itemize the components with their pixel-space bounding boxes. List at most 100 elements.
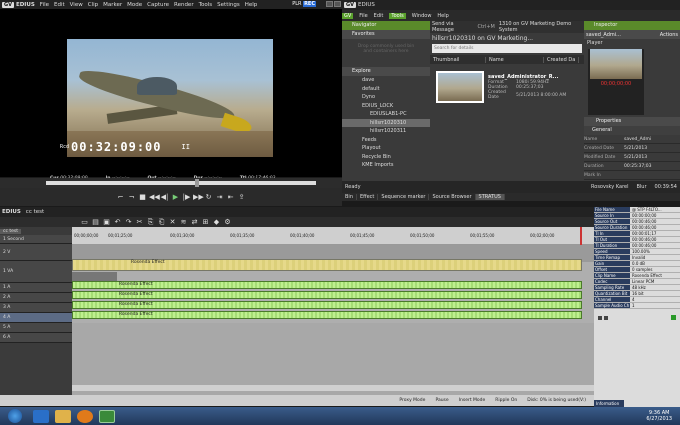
edius-taskbar-icon[interactable] (99, 409, 115, 423)
menu-mode[interactable]: Mode (127, 2, 142, 8)
cut-icon[interactable]: ✂ (135, 218, 144, 227)
sync-icon[interactable]: ⇄ (190, 218, 199, 227)
tree-item[interactable]: Playout (342, 144, 430, 153)
tree-item[interactable]: Dyno (342, 93, 430, 102)
system-clock[interactable]: 9:36 AM 6/27/2013 (646, 410, 672, 422)
audio-clip-2a[interactable]: Rosenda Effect (72, 291, 582, 299)
tree-item[interactable]: default (342, 85, 430, 94)
minimize-button[interactable] (326, 1, 333, 7)
tab-sequence-marker[interactable]: Sequence marker (378, 194, 430, 200)
actions-menu[interactable]: Actions (660, 32, 678, 38)
track-header-3a[interactable]: 3 A (0, 303, 72, 313)
delete-icon[interactable]: ✕ (168, 218, 177, 227)
overwrite-icon[interactable]: ⇤ (226, 193, 235, 202)
sequence-tab[interactable]: cc test (0, 228, 22, 234)
audio-clip-4a[interactable]: Rosenda Effect (72, 311, 582, 319)
snap-icon[interactable]: ⊞ (201, 218, 210, 227)
menu-render[interactable]: Render (174, 2, 194, 8)
tree-item[interactable]: EDIUSLAB1-PC (342, 110, 430, 119)
tree-item[interactable]: EDIUS_LOCK (342, 102, 430, 111)
start-button[interactable] (8, 409, 22, 423)
set-out-icon[interactable]: ¬ (127, 193, 136, 202)
stratus-menu-tools[interactable]: Tools (389, 12, 406, 19)
play-icon[interactable]: ▶ (171, 193, 180, 202)
track-header-2v[interactable]: 2 V (0, 244, 72, 261)
open-icon[interactable]: ▤ (91, 218, 100, 227)
menu-help[interactable]: Help (245, 2, 258, 8)
menu-edit[interactable]: Edit (54, 2, 65, 8)
menu-settings[interactable]: Settings (217, 2, 240, 8)
track-header-6a[interactable]: 6 A (0, 333, 72, 343)
step-back-icon[interactable]: ◀| (160, 193, 169, 202)
menu-clip[interactable]: Clip (88, 2, 98, 8)
menu-marker[interactable]: Marker (103, 2, 122, 8)
col-thumbnail[interactable]: Thumbnail (430, 56, 486, 63)
paste-icon[interactable]: ⎗ (157, 218, 166, 227)
mini-player[interactable]: 00;00;00;00 (588, 49, 644, 115)
track-header-2a[interactable]: 2 A (0, 293, 72, 303)
video-clip[interactable]: Rosenda Effect (72, 259, 582, 271)
close-button[interactable] (334, 1, 341, 7)
tree-item[interactable]: hillsrr1020311 (342, 127, 430, 136)
stop-icon[interactable]: ■ (138, 193, 147, 202)
tab-effect[interactable]: Effect (357, 194, 379, 200)
ie-icon[interactable] (33, 409, 49, 423)
track-header-5a[interactable]: 5 A (0, 323, 72, 333)
media-player-icon[interactable] (77, 409, 93, 423)
properties-header[interactable]: Properties (584, 117, 680, 126)
menu-view[interactable]: View (70, 2, 83, 8)
bin-clip[interactable]: saved_Administrator_R... Format 1080i 59.… (436, 69, 576, 105)
stratus-menu-edit[interactable]: Edit (374, 13, 384, 19)
explore-header[interactable]: Explore (342, 67, 430, 76)
menu-tools[interactable]: Tools (199, 2, 213, 8)
stratus-menu-window[interactable]: Window (412, 13, 432, 19)
favorites-dropzone[interactable]: Drop commonly used bin and containers he… (342, 39, 430, 67)
stratus-menu-file[interactable]: File (359, 13, 367, 19)
copy-icon[interactable]: ⎘ (146, 218, 155, 227)
meter-dot[interactable] (604, 315, 608, 320)
timeline-ruler[interactable]: 00;00;00;00 00;01;25;00 00;01;30;00 00;0… (72, 227, 594, 245)
tree-item[interactable]: KME Imports (342, 161, 430, 170)
scrub-handle[interactable] (195, 179, 199, 187)
zoom-selector[interactable]: 1 Second (0, 235, 72, 244)
scrubber[interactable] (0, 178, 342, 188)
undo-icon[interactable]: ↶ (113, 218, 122, 227)
track-header-1va[interactable]: 1 VA (0, 261, 72, 283)
timeline-scrollbar[interactable] (72, 385, 594, 391)
render-icon[interactable]: ⚙ (223, 218, 232, 227)
menu-file[interactable]: File (40, 2, 49, 8)
general-header[interactable]: General (584, 126, 680, 135)
clip-thumbnail[interactable] (436, 71, 484, 103)
insert-icon[interactable]: ⇥ (215, 193, 224, 202)
menu-capture[interactable]: Capture (147, 2, 169, 8)
set-in-icon[interactable]: ⌐ (116, 193, 125, 202)
audio-clip-3a[interactable]: Rosenda Effect (72, 301, 582, 309)
col-created[interactable]: Created Da (544, 56, 580, 63)
fast-forward-icon[interactable]: ▶▶ (193, 193, 204, 202)
timeline-tracks[interactable]: Rosenda Effect Rosenda Effect Rosenda Ef… (72, 245, 594, 395)
player-monitor[interactable]: Rcd 00:32:09:00 II Cur 00:32:09;00 In --… (0, 9, 342, 181)
bin-search-input[interactable]: Search for details (432, 44, 582, 53)
track-header-4a[interactable]: 4 A (0, 313, 72, 323)
loop-icon[interactable]: ↻ (204, 193, 213, 202)
plr-rec-indicator[interactable]: PLR REC (292, 1, 316, 7)
tree-item[interactable]: dave (342, 76, 430, 85)
track-header-1a[interactable]: 1 A (0, 283, 72, 293)
explorer-icon[interactable] (55, 409, 71, 423)
tree-item[interactable]: Recycle Bin (342, 153, 430, 162)
ripple-icon[interactable]: ≋ (179, 218, 188, 227)
tab-stratus[interactable]: STRATUS (475, 194, 505, 200)
tree-item-selected[interactable]: hillsrr1020310 (342, 118, 430, 127)
tab-source-browser[interactable]: Source Browser (429, 194, 476, 200)
playhead[interactable] (580, 227, 582, 245)
information-tab[interactable]: Information (594, 400, 624, 407)
stratus-menu-help[interactable]: Help (437, 13, 448, 19)
tab-bin[interactable]: Bin (342, 194, 357, 200)
step-forward-icon[interactable]: |▶ (182, 193, 191, 202)
export-icon[interactable]: ⇪ (237, 193, 246, 202)
tree-item[interactable]: Feeds (342, 136, 430, 145)
marker-icon[interactable]: ◆ (212, 218, 221, 227)
col-name[interactable]: Name (486, 56, 544, 63)
send-via-message[interactable]: Send via Message (432, 21, 473, 33)
meter-dot[interactable] (598, 315, 602, 320)
